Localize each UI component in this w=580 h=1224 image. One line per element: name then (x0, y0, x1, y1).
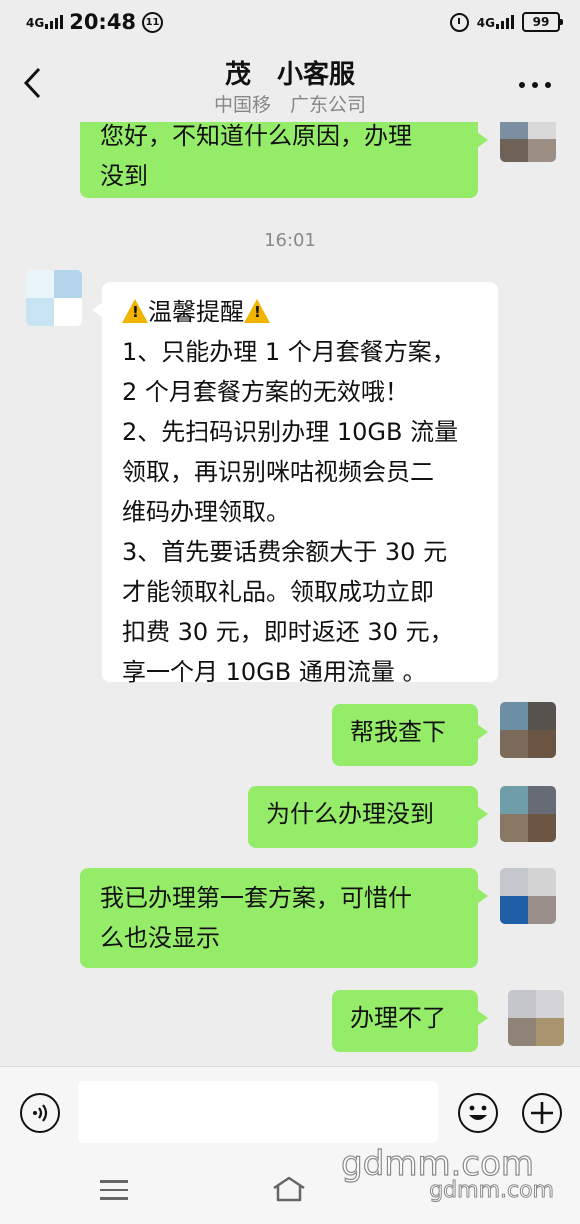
message-line: 我已办理第一套方案，可惜什 (100, 884, 412, 912)
status-left: 4G 20:48 11 (26, 10, 164, 34)
message-bubble-incoming[interactable]: ! 温馨提醒! 1、只能办理 1 个月套餐方案， 2 个月套餐方案的无效哦！ 2、… (92, 282, 498, 686)
message-line: 享一个月 10GB 通用流量 。 (122, 658, 427, 686)
message-input[interactable] (78, 1081, 438, 1143)
message-bubble-outgoing[interactable]: 我已办理第一套方案，可惜什 么也没显示 (80, 868, 488, 968)
reminder-heading-text: 温馨提醒 (148, 298, 244, 326)
network-indicator: 4G (26, 15, 64, 30)
chat-title: 茂 小客服 (224, 60, 355, 90)
message-line: 帮我查下 (350, 718, 446, 746)
message-line: 3、首先要话费余额大于 30 元 (122, 538, 448, 566)
chat-subtitle: 中国移 广东公司 (213, 94, 366, 116)
user-avatar[interactable] (500, 122, 556, 162)
warning-icon: ! (244, 299, 270, 323)
agent-avatar[interactable] (26, 270, 82, 326)
warning-icon: ! (122, 299, 148, 323)
message-line: 您好，不知道什么原因，办理 (100, 122, 412, 150)
message-bubble-outgoing[interactable]: 为什么办理没到 (248, 786, 488, 848)
emoji-button[interactable] (458, 1093, 498, 1133)
message-bubble-outgoing[interactable]: 您好，不知道什么原因，办理 没到 (80, 122, 488, 198)
network-label-right: 4G (476, 16, 495, 30)
voice-icon (33, 1104, 48, 1122)
message-line: 扣费 30 元，即时返还 30 元， (122, 618, 454, 646)
home-icon[interactable] (272, 1176, 306, 1202)
battery-icon: 99 (522, 12, 563, 32)
more-options-button[interactable] (518, 70, 552, 90)
system-nav-bar: gdmm.com gdmm.com (0, 1143, 580, 1224)
message-line: 没到 (100, 162, 148, 190)
message-line: 2 个月套餐方案的无效哦！ (122, 378, 409, 406)
status-right: 4G 99 (449, 12, 563, 32)
signal-icon-right (496, 15, 514, 29)
clock: 20:48 (69, 10, 137, 34)
user-avatar[interactable] (500, 702, 556, 758)
message-line: 才能领取礼品。领取成功立即 (122, 578, 434, 606)
menu-icon[interactable] (100, 1180, 128, 1206)
message-line: 么也没显示 (100, 924, 220, 952)
reminder-heading: ! 温馨提醒! (122, 292, 478, 332)
more-icon (519, 82, 551, 88)
more-functions-button[interactable] (522, 1093, 562, 1133)
message-line: 为什么办理没到 (266, 800, 434, 828)
message-timestamp: 16:01 (264, 230, 316, 251)
message-bubble-outgoing[interactable]: 帮我查下 (332, 704, 488, 766)
plus-icon (530, 1101, 553, 1124)
user-avatar[interactable] (500, 786, 556, 842)
voice-button[interactable] (20, 1093, 60, 1133)
user-avatar[interactable] (508, 990, 564, 1046)
message-line: 2、先扫码识别办理 10GB 流量 (122, 418, 459, 446)
message-bubble-outgoing[interactable]: 办理不了 (332, 990, 488, 1052)
emoji-icon (468, 1105, 487, 1120)
message-line: 办理不了 (350, 1004, 446, 1032)
user-avatar[interactable] (500, 868, 556, 924)
watermark-small: gdmm.com (429, 1178, 555, 1204)
alarm-icon (449, 12, 469, 32)
notification-icon: 11 (142, 11, 164, 33)
status-bar: 4G 20:48 11 4G 99 (0, 0, 580, 46)
chat-header: 茂 小客服 中国移 广东公司 (0, 46, 580, 122)
network-indicator-right: 4G (477, 15, 514, 29)
signal-icon (45, 15, 64, 29)
message-line: 领取，再识别咪咕视频会员二 (122, 458, 434, 486)
network-label: 4G (26, 16, 45, 30)
message-line: 1、只能办理 1 个月套餐方案， (122, 338, 456, 366)
message-list[interactable]: 您好，不知道什么原因，办理 没到 16:01 ! 温馨提醒! 1、只能办理 1 个… (0, 122, 580, 1066)
message-line: 维码办理领取。 (122, 498, 290, 526)
